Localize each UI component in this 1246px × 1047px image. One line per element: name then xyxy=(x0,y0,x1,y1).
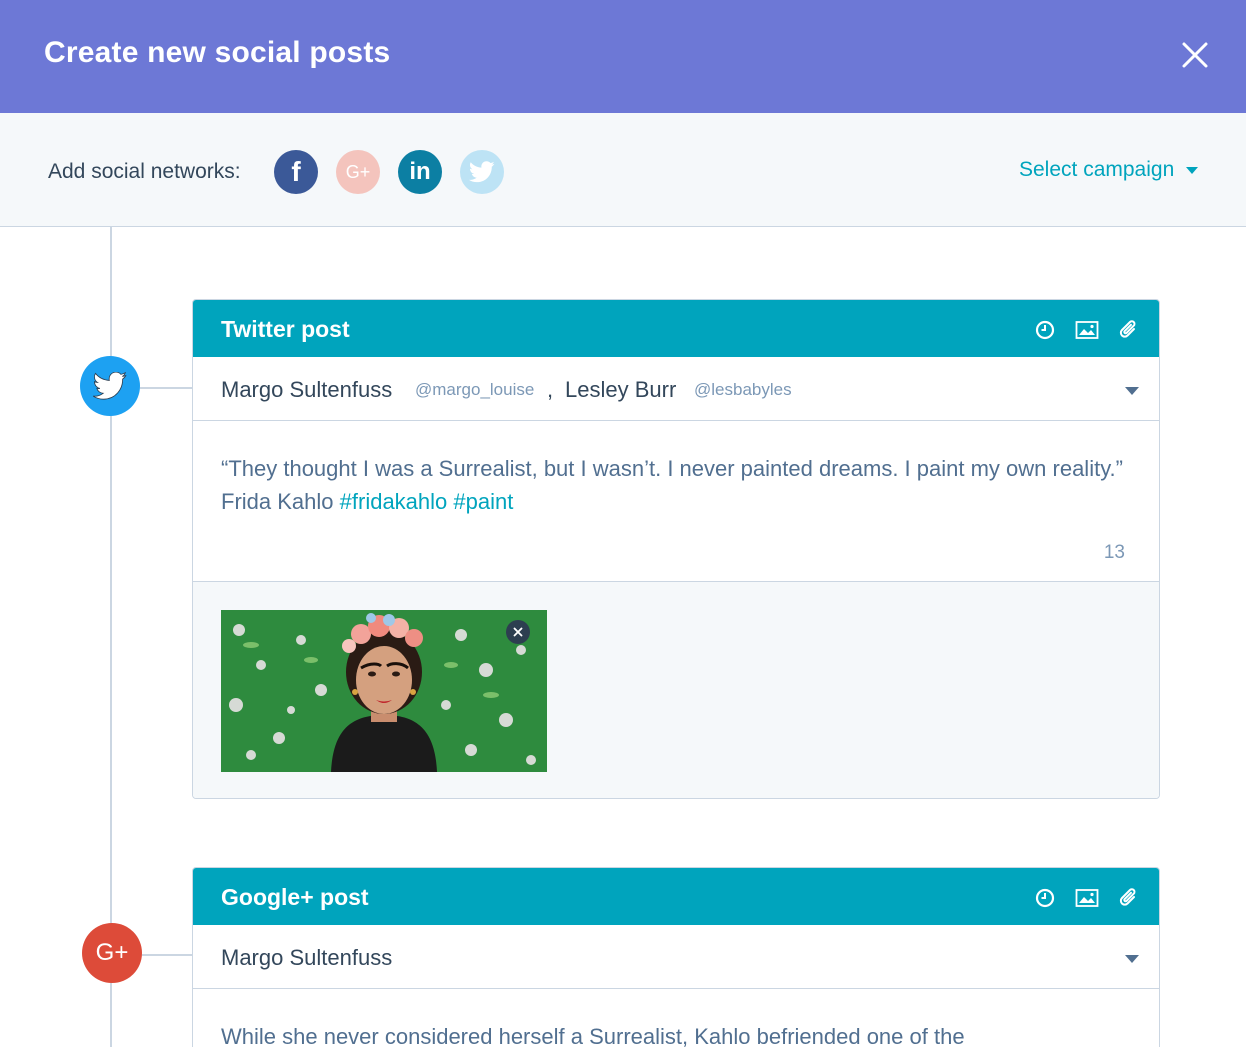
close-button[interactable] xyxy=(1176,36,1214,74)
add-facebook-button[interactable]: f xyxy=(274,150,318,194)
card-header: Google+ post xyxy=(193,868,1159,925)
timeline-connector xyxy=(142,954,192,956)
card-title: Google+ post xyxy=(221,884,369,910)
chevron-down-icon xyxy=(1186,166,1199,174)
card-header: Twitter post xyxy=(193,300,1159,357)
add-linkedin-button[interactable]: in xyxy=(398,150,442,194)
google-plus-timeline-marker: G+ xyxy=(82,923,142,983)
remove-image-button[interactable] xyxy=(506,620,530,644)
linkedin-icon: in xyxy=(409,158,431,185)
character-count: 13 xyxy=(1103,542,1125,563)
post-message-input[interactable]: While she never considered herself a Sur… xyxy=(221,1020,1135,1047)
add-twitter-button[interactable] xyxy=(460,150,504,194)
campaign-select-label: Select campaign xyxy=(1019,158,1175,181)
networks-label: Add social networks: xyxy=(48,160,241,183)
clock-icon xyxy=(1035,320,1055,340)
attach-button[interactable] xyxy=(1117,886,1141,910)
campaign-select[interactable]: Select campaign xyxy=(1019,158,1199,182)
account-name: Lesley Burr xyxy=(565,377,677,402)
networks-bar: Add social networks: f G+ in Select camp… xyxy=(0,113,1246,227)
account-separator: , xyxy=(547,377,554,402)
card-title: Twitter post xyxy=(221,316,350,342)
account-name: Margo Sultenfuss xyxy=(221,377,393,402)
account-selector[interactable]: Margo Sultenfuss @margo_louise , Lesley … xyxy=(193,357,1159,421)
account-handle: @lesbabyles xyxy=(694,380,792,399)
post-message-input[interactable]: “They thought I was a Surrealist, but I … xyxy=(221,452,1135,518)
close-icon xyxy=(1182,42,1208,68)
media-area xyxy=(193,581,1159,798)
account-selector[interactable]: Margo Sultenfuss xyxy=(193,925,1159,989)
google-plus-post-card: Google+ post Margo Sultenfuss While she … xyxy=(192,867,1160,1047)
close-icon xyxy=(513,627,523,637)
add-google-plus-button[interactable]: G+ xyxy=(336,150,380,194)
image-icon xyxy=(1075,889,1099,907)
image-icon xyxy=(1075,321,1099,339)
twitter-icon xyxy=(469,161,495,183)
attached-image xyxy=(221,610,547,772)
hashtag[interactable]: #fridakahlo xyxy=(340,489,448,514)
schedule-button[interactable] xyxy=(1033,886,1057,910)
post-message-text: While she never considered herself a Sur… xyxy=(221,1024,965,1047)
paperclip-icon xyxy=(1119,888,1136,906)
account-handle: @margo_louise xyxy=(415,380,535,399)
timeline-connector xyxy=(140,387,192,389)
twitter-post-card: Twitter post Margo Sultenfuss @margo_lou… xyxy=(192,299,1160,799)
add-image-button[interactable] xyxy=(1075,318,1099,342)
facebook-icon: f xyxy=(291,156,301,187)
twitter-icon xyxy=(93,372,127,400)
hashtag[interactable]: #paint xyxy=(453,489,513,514)
clock-icon xyxy=(1035,888,1055,908)
google-plus-icon: G+ xyxy=(345,161,371,182)
modal-title: Create new social posts xyxy=(44,36,391,69)
attach-button[interactable] xyxy=(1117,318,1141,342)
account-name: Margo Sultenfuss xyxy=(221,945,393,970)
google-plus-icon: G+ xyxy=(95,939,129,966)
modal-header: Create new social posts xyxy=(0,0,1246,113)
twitter-timeline-marker xyxy=(80,356,140,416)
schedule-button[interactable] xyxy=(1033,318,1057,342)
add-image-button[interactable] xyxy=(1075,886,1099,910)
chevron-down-icon xyxy=(1125,955,1139,963)
chevron-down-icon xyxy=(1125,387,1139,395)
paperclip-icon xyxy=(1119,320,1136,338)
